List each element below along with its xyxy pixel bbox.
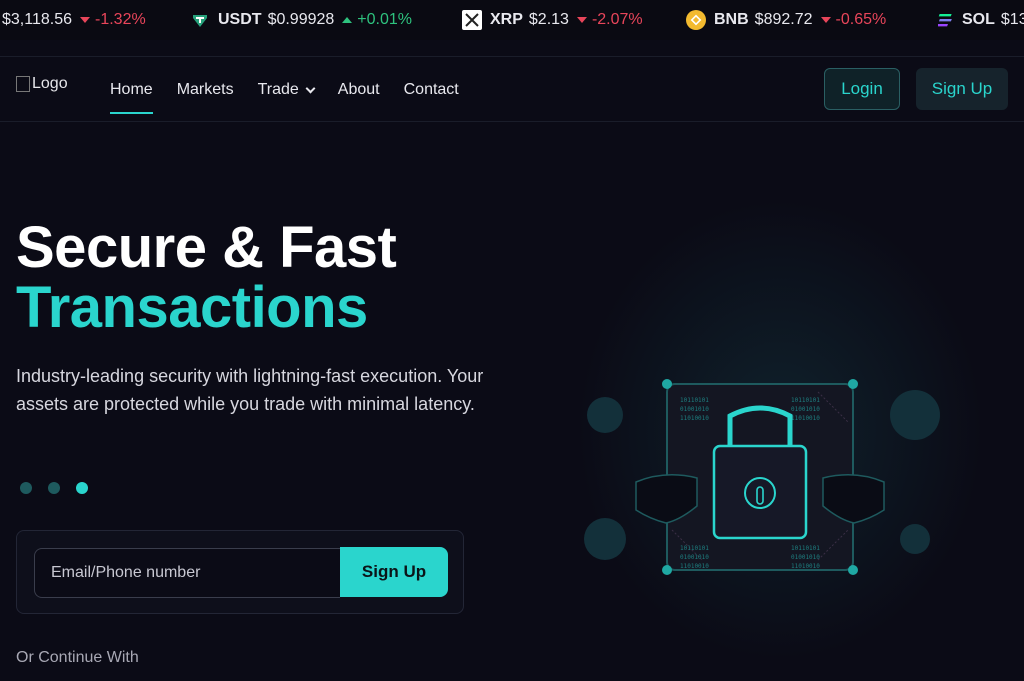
logo[interactable]: Logo: [16, 75, 68, 93]
carousel-dot-2[interactable]: [48, 482, 60, 494]
top-navbar: Logo Home Markets Trade About Contact Lo…: [0, 56, 1024, 122]
binary-bl-0: 10110101: [680, 545, 709, 552]
ticker-symbol: BNB: [714, 11, 749, 28]
tether-icon: [190, 10, 210, 30]
security-illustration: 10110101 01001010 11010010 10110101 0100…: [580, 370, 950, 585]
binary-tr-1: 01001010: [791, 406, 820, 413]
ticker-price: $892.72: [754, 11, 813, 28]
deco-circle-bl: [584, 518, 626, 560]
nav-about[interactable]: About: [338, 57, 380, 123]
binary-tl-2: 11010010: [680, 415, 709, 422]
ticker-item-eth[interactable]: $3,118.56 -1.32%: [2, 0, 146, 40]
signup-button-header[interactable]: Sign Up: [916, 68, 1008, 110]
binary-br-0: 10110101: [791, 545, 820, 552]
nav-trade[interactable]: Trade: [258, 57, 316, 123]
ticker-change: -1.32%: [80, 11, 146, 29]
chip-node-tl: [662, 379, 672, 389]
hero-title-line2: Transactions: [16, 275, 368, 340]
ticker-change: -2.07%: [576, 11, 643, 29]
solana-icon: [938, 10, 954, 30]
down-arrow-icon: [576, 17, 587, 23]
binary-br-2: 11010010: [791, 563, 820, 570]
carousel-dot-1[interactable]: [20, 482, 32, 494]
main-nav: Home Markets Trade About Contact: [110, 57, 459, 123]
deco-circle-br: [900, 524, 930, 554]
nav-markets[interactable]: Markets: [177, 57, 234, 123]
chip-node-tr: [848, 379, 858, 389]
nav-contact[interactable]: Contact: [404, 57, 459, 123]
down-arrow-icon: [820, 17, 831, 23]
ticker-change: -0.65%: [820, 11, 886, 29]
ticker-symbol: USDT: [218, 11, 262, 28]
email-phone-input[interactable]: [34, 548, 340, 598]
deco-circle-tl: [587, 397, 623, 433]
chip-node-bl: [662, 565, 672, 575]
up-arrow-icon: [342, 17, 353, 23]
ticker-price: $0.99928: [267, 11, 335, 28]
broken-image-icon: [16, 76, 30, 92]
ticker-item-xrp[interactable]: XRP $2.13 -2.07%: [462, 0, 643, 40]
carousel-dot-3[interactable]: [76, 482, 88, 494]
nav-home[interactable]: Home: [110, 57, 153, 123]
hero-title-line1: Secure & Fast: [16, 215, 397, 280]
binary-tl-0: 10110101: [680, 397, 709, 404]
price-ticker: $3,118.56 -1.32% USDT $0.99928 +0.01% XR…: [0, 0, 1024, 40]
binary-tr-2: 11010010: [791, 415, 820, 422]
down-arrow-icon: [80, 17, 90, 23]
ticker-item-sol[interactable]: SOL $13: [938, 0, 1024, 40]
xrp-icon: [462, 10, 482, 30]
binary-bl-1: 01001010: [680, 554, 709, 561]
ticker-price: $13: [1000, 11, 1024, 28]
signup-button[interactable]: Sign Up: [340, 547, 448, 597]
binary-tl-1: 01001010: [680, 406, 709, 413]
chevron-down-icon: [305, 83, 316, 93]
signup-form: Sign Up: [16, 530, 464, 614]
bnb-icon: [686, 10, 706, 30]
ticker-price: $3,118.56: [2, 11, 72, 28]
ticker-change: +0.01%: [342, 11, 412, 29]
ticker-item-bnb[interactable]: BNB $892.72 -0.65%: [686, 0, 886, 40]
logo-alt-text: Logo: [32, 75, 68, 92]
chip-node-br: [848, 565, 858, 575]
continue-with-label: Or Continue With: [16, 649, 139, 666]
ticker-symbol: SOL: [962, 11, 995, 28]
ticker-item-usdt[interactable]: USDT $0.99928 +0.01%: [190, 0, 412, 40]
login-button[interactable]: Login: [824, 68, 900, 110]
deco-circle-tr: [890, 390, 940, 440]
carousel-dots: [20, 482, 88, 494]
ticker-price: $2.13: [528, 11, 569, 28]
ticker-symbol: XRP: [490, 11, 523, 28]
binary-br-1: 01001010: [791, 554, 820, 561]
lock-illustration-svg: 10110101 01001010 11010010 10110101 0100…: [584, 379, 940, 575]
hero-description: Industry-leading security with lightning…: [16, 366, 484, 414]
binary-tr-0: 10110101: [791, 397, 820, 404]
padlock-body: [712, 444, 808, 540]
binary-bl-2: 11010010: [680, 563, 709, 570]
